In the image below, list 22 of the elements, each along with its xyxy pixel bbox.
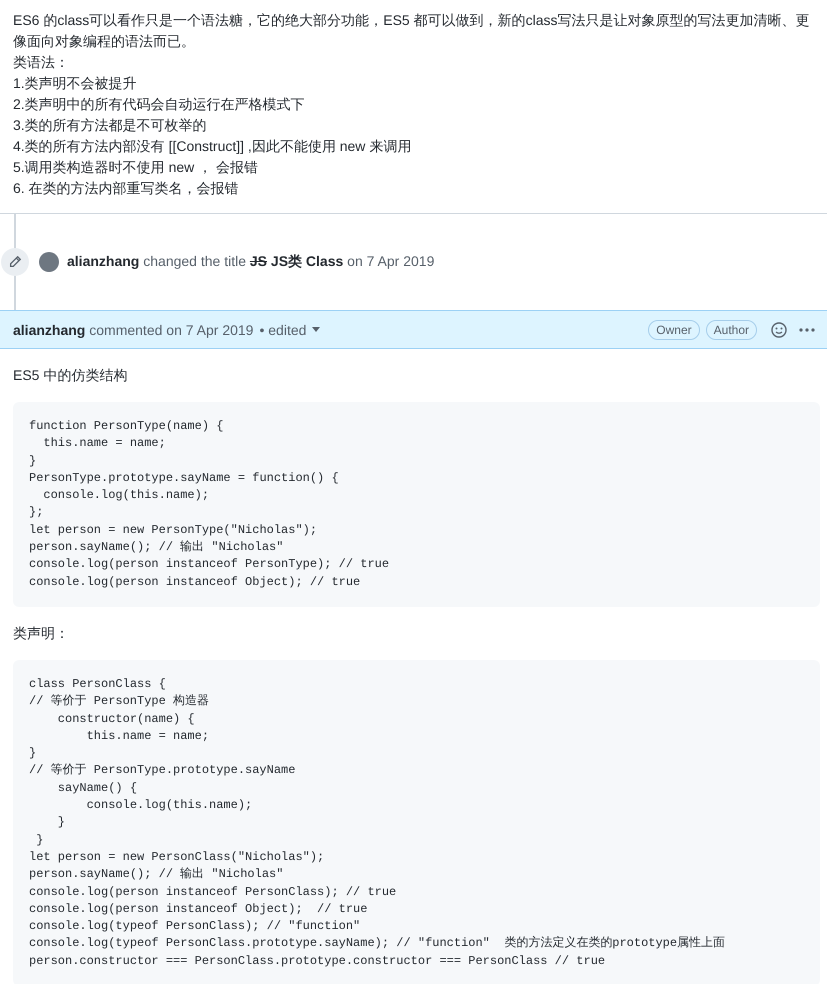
smiley-icon[interactable]: [771, 322, 787, 338]
comment-text: ES5 中的仿类结构: [13, 366, 128, 385]
intro-paragraph: ES6 的class可以看作只是一个语法糖，它的绝大部分功能，ES5 都可以做到，新的class写法只是让对象原型的写法更加清晰、更像面向对象编程的语法而已。: [13, 11, 810, 51]
edited-dropdown[interactable]: • edited: [259, 322, 320, 338]
event-text: alianzhang changed the title JS JS类 Class on 7 Apr 2019: [67, 253, 434, 271]
section-heading: 类语法：: [13, 53, 70, 72]
caret-icon: [312, 327, 320, 332]
list-item: 1.类声明不会被提升: [13, 74, 138, 93]
list-item: 3.类的所有方法都是不可枚举的: [13, 116, 208, 135]
comment-meta: alianzhang commented on 7 Apr 2019: [13, 322, 254, 338]
code-block: class PersonClass { // 等价于 PersonType 构造器 constructor(name) { this.name = name; } // 等价于 PersonType.prototype.sayName sayName() { console.log(this.name); } } let person = new PersonClass("Nicholas"); person.sayName(); // 输出 "Nicholas" console.log(person instanceof PersonClass); // true console.log(person instanceof Object); // true console.log(typeof PersonClass); // "function" console.log(typeof PersonClass.prototype.sayName); // "function" 类的方法定义在类的prototype属性上面 person.constructor === PersonClass.prototype.constructor === PersonClass // true: [13, 660, 820, 984]
role-badge: Owner: [648, 320, 700, 340]
list-item: 4.类的所有方法内部没有 [[Construct]] ,因此不能使用 new 来调用: [13, 137, 412, 156]
list-item: 6. 在类的方法内部重写类名，会报错: [13, 179, 240, 198]
avatar[interactable]: [39, 252, 59, 272]
more-icon[interactable]: [799, 328, 815, 332]
list-item: 2.类声明中的所有代码会自动运行在严格模式下: [13, 95, 306, 114]
code-block: function PersonType(name) { this.name = name; } PersonType.prototype.sayName = function() { console.log(this.name); }; let person = new PersonType("Nicholas"); person.sayName(); // 输出 "Nicholas" console.log(person instanceof PersonType); // true console.log(person instanceof Object); // true: [13, 402, 820, 607]
pencil-icon: [1, 248, 29, 276]
role-badge: Author: [706, 320, 757, 340]
comment-text: 类声明：: [13, 624, 70, 643]
list-item: 5.调用类构造器时不使用 new ， 会报错: [13, 158, 260, 177]
